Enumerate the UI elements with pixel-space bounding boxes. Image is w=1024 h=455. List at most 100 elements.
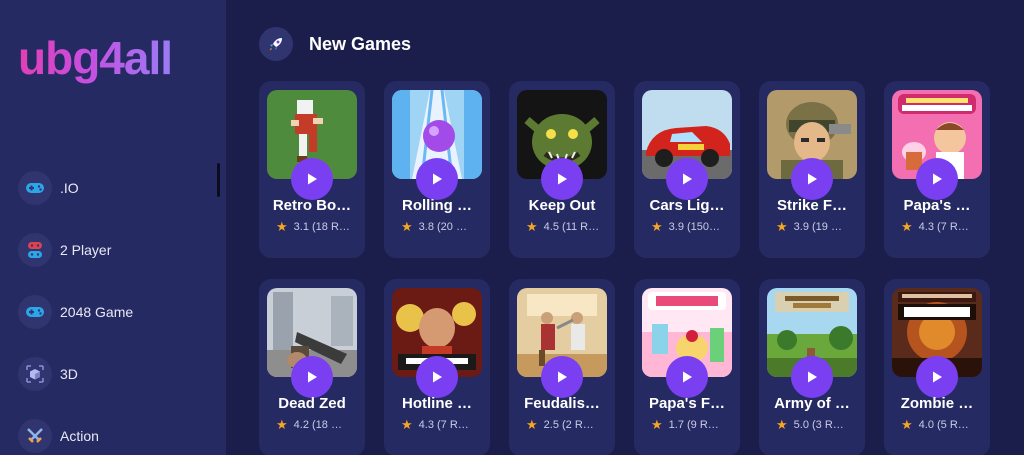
new-games-header: New Games (259, 27, 411, 61)
game-rating: ★ 4.0 (5 R… (901, 417, 969, 433)
play-button[interactable] (916, 356, 958, 398)
game-card[interactable]: Strike F… ★ 3.9 (19 … (759, 81, 865, 258)
game-card[interactable]: Keep Out ★ 4.5 (11 R… (509, 81, 615, 258)
game-card[interactable]: Cars Lig… ★ 3.9 (150… (634, 81, 740, 258)
rating-text: 3.9 (19 … (793, 221, 842, 233)
sidebar-item-3d[interactable]: 3D (18, 356, 208, 392)
sidebar: ubg4all .IO 2 Player 2048 Game 3D Action (0, 0, 226, 455)
game-rating: ★ 3.9 (19 … (776, 219, 842, 235)
star-icon: ★ (401, 219, 413, 234)
game-card[interactable]: Hotline … ★ 4.3 (7 R… (384, 279, 490, 455)
game-card[interactable]: Retro Bo… ★ 3.1 (18 R… (259, 81, 365, 258)
rating-text: 2.5 (2 R… (543, 419, 594, 431)
game-rating: ★ 3.1 (18 R… (276, 219, 350, 235)
star-icon: ★ (276, 219, 288, 234)
game-card[interactable]: Army of … ★ 5.0 (3 R… (759, 279, 865, 455)
game-card[interactable]: Dead Zed ★ 4.2 (18 … (259, 279, 365, 455)
gamepad-icon (18, 171, 52, 205)
game-title: Army of … (774, 395, 850, 412)
cube-icon (18, 357, 52, 391)
play-icon (933, 173, 942, 185)
sidebar-item-label: 2048 Game (60, 304, 134, 320)
play-button[interactable] (666, 158, 708, 200)
game-title: Dead Zed (278, 395, 346, 412)
game-card[interactable]: Zombie … ★ 4.0 (5 R… (884, 279, 990, 455)
game-card[interactable]: Feudalis… ★ 2.5 (2 R… (509, 279, 615, 455)
star-icon: ★ (526, 219, 538, 234)
game-title: Rolling … (402, 197, 472, 214)
play-button[interactable] (791, 356, 833, 398)
play-icon (433, 371, 442, 383)
rating-text: 4.3 (7 R… (918, 221, 969, 233)
star-icon: ★ (776, 417, 788, 432)
game-title: Hotline … (402, 395, 472, 412)
game-card[interactable]: Rolling … ★ 3.8 (20 … (384, 81, 490, 258)
game-card[interactable]: Papa's F… ★ 1.7 (9 R… (634, 279, 740, 455)
play-icon (683, 371, 692, 383)
game-title: Papa's F… (648, 395, 726, 412)
play-icon (933, 371, 942, 383)
star-icon: ★ (651, 417, 663, 432)
rating-text: 3.9 (150… (668, 221, 721, 233)
play-icon (808, 173, 817, 185)
game-title: Retro Bo… (272, 197, 352, 214)
star-icon: ★ (901, 219, 913, 234)
sidebar-item-label: 2 Player (60, 242, 112, 258)
game-title: Zombie … (900, 395, 974, 412)
play-icon (433, 173, 442, 185)
star-icon: ★ (651, 219, 663, 234)
play-button[interactable] (541, 356, 583, 398)
rating-text: 3.8 (20 … (418, 221, 467, 233)
game-rating: ★ 2.5 (2 R… (526, 417, 594, 433)
play-button[interactable] (791, 158, 833, 200)
play-button[interactable] (291, 356, 333, 398)
game-card[interactable]: Papa's … ★ 4.3 (7 R… (884, 81, 990, 258)
play-icon (308, 371, 317, 383)
rating-text: 5.0 (3 R… (793, 419, 844, 431)
section-title: New Games (309, 33, 412, 54)
game-rating: ★ 1.7 (9 R… (651, 417, 719, 433)
play-button[interactable] (541, 158, 583, 200)
rocket-icon (259, 27, 293, 61)
game-rating: ★ 4.3 (7 R… (901, 219, 969, 235)
site-logo[interactable]: ubg4all (18, 30, 173, 86)
sidebar-item-label: .IO (60, 180, 79, 196)
star-icon: ★ (401, 417, 413, 432)
rating-text: 4.2 (18 … (293, 419, 342, 431)
sidebar-item-2-player[interactable]: 2 Player (18, 232, 208, 268)
play-icon (558, 371, 567, 383)
game-rating: ★ 4.2 (18 … (276, 417, 342, 433)
play-button[interactable] (666, 356, 708, 398)
game-title: Strike F… (776, 197, 848, 214)
sidebar-item-io[interactable]: .IO (18, 170, 208, 206)
sidebar-item-label: 3D (60, 366, 78, 382)
game-rating: ★ 5.0 (3 R… (776, 417, 844, 433)
play-icon (308, 173, 317, 185)
rating-text: 3.1 (18 R… (293, 221, 350, 233)
sidebar-item-label: Action (60, 428, 99, 444)
play-button[interactable] (416, 356, 458, 398)
game-title: Keep Out (528, 197, 596, 214)
game-rating: ★ 3.9 (150… (651, 219, 720, 235)
star-icon: ★ (276, 417, 288, 432)
game-title: Papa's … (903, 197, 971, 214)
play-icon (683, 173, 692, 185)
play-button[interactable] (416, 158, 458, 200)
rating-text: 4.0 (5 R… (918, 419, 969, 431)
game-title: Feudalis… (524, 395, 600, 412)
star-icon: ★ (901, 417, 913, 432)
play-icon (808, 371, 817, 383)
play-icon (558, 173, 567, 185)
gamepad-icon (18, 295, 52, 329)
star-icon: ★ (776, 219, 788, 234)
play-button[interactable] (916, 158, 958, 200)
game-rating: ★ 4.5 (11 R… (526, 219, 599, 235)
play-button[interactable] (291, 158, 333, 200)
rating-text: 4.3 (7 R… (418, 419, 469, 431)
sidebar-scrollbar[interactable] (217, 163, 220, 197)
sidebar-item-2048-game[interactable]: 2048 Game (18, 294, 208, 330)
sidebar-item-action[interactable]: Action (18, 418, 208, 454)
game-title: Cars Lig… (649, 197, 725, 214)
swords-icon (18, 419, 52, 453)
star-icon: ★ (526, 417, 538, 432)
